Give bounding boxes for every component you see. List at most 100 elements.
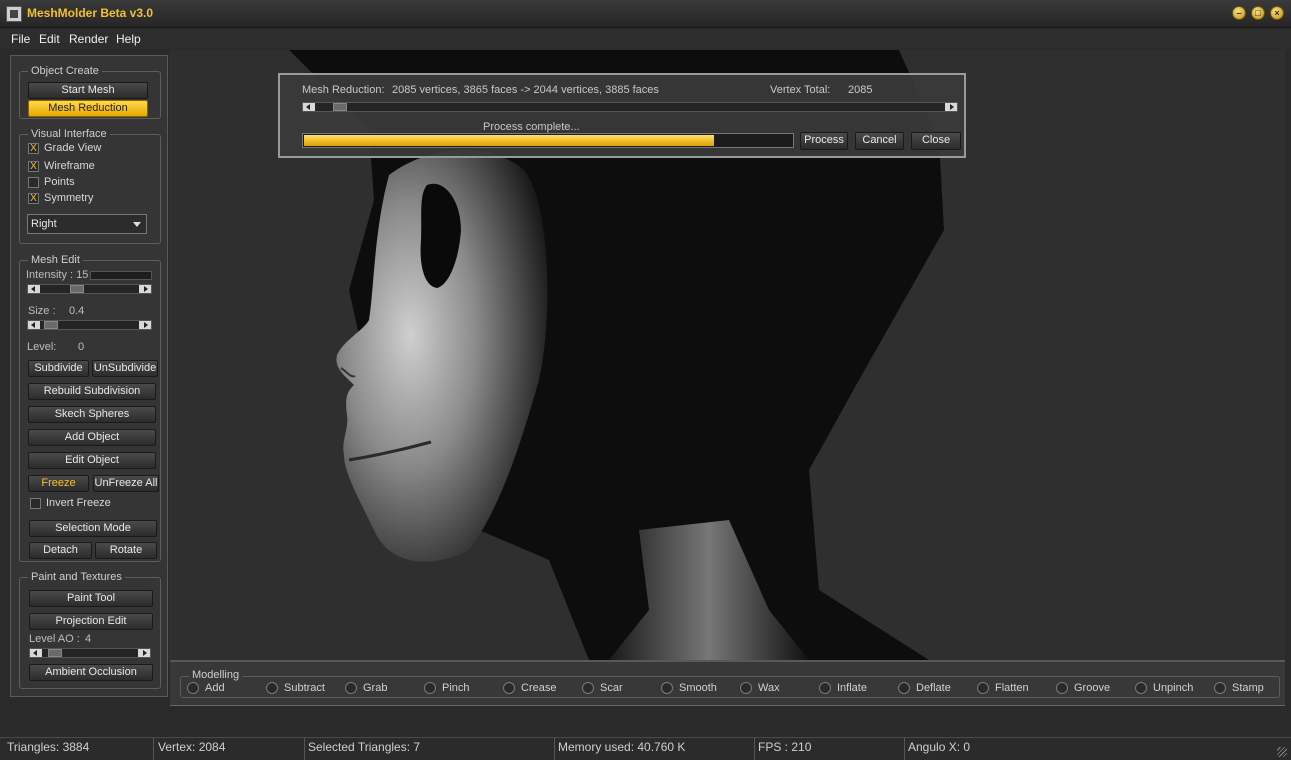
symmetry-label: Symmetry xyxy=(44,192,94,204)
slider-right-arrow-icon[interactable] xyxy=(945,103,957,111)
tool-label: Wax xyxy=(758,682,780,694)
invert-freeze-label: Invert Freeze xyxy=(46,497,111,509)
selection-mode-button[interactable]: Selection Mode xyxy=(29,520,157,537)
rebuild-subdivision-button[interactable]: Rebuild Subdivision xyxy=(28,383,156,400)
ao-right-arrow-icon[interactable] xyxy=(138,649,150,657)
level-value: 0 xyxy=(78,341,85,353)
intensity-left-arrow-icon[interactable] xyxy=(28,285,40,293)
radio-dot[interactable] xyxy=(582,682,594,694)
menu-edit[interactable]: Edit xyxy=(39,32,60,46)
view-select-value: Right xyxy=(31,218,57,230)
status-triangles: Triangles: 3884 xyxy=(4,738,154,760)
radio-dot[interactable] xyxy=(1214,682,1226,694)
unsubdivide-button[interactable]: UnSubdivide xyxy=(92,360,158,377)
close-button[interactable]: Close xyxy=(911,132,961,150)
radio-dot[interactable] xyxy=(661,682,673,694)
menu-file[interactable]: File xyxy=(11,32,30,46)
paint-tool-button[interactable]: Paint Tool xyxy=(29,590,153,607)
mesh-reduction-label: Mesh Reduction: xyxy=(302,84,385,96)
modelling-group: Modelling Add Subtract Grab Pinch Crease… xyxy=(180,669,1280,698)
freeze-button[interactable]: Freeze xyxy=(28,475,89,492)
mesh-edit-group: Mesh Edit Intensity : 15 Size : 0.4 Leve… xyxy=(19,254,161,562)
app-icon xyxy=(6,6,22,22)
wireframe-label: Wireframe xyxy=(44,160,95,172)
radio-dot[interactable] xyxy=(424,682,436,694)
menu-render[interactable]: Render xyxy=(69,32,108,46)
ao-thumb[interactable] xyxy=(48,649,62,657)
size-left-arrow-icon[interactable] xyxy=(28,321,40,329)
slider-left-arrow-icon[interactable] xyxy=(303,103,315,111)
visual-interface-group: Visual Interface X Grade View X Wirefram… xyxy=(19,128,161,244)
grade-view-label: Grade View xyxy=(44,142,102,154)
maximize-icon[interactable]: □ xyxy=(1251,6,1265,20)
radio-dot[interactable] xyxy=(1135,682,1147,694)
resize-grip-icon[interactable] xyxy=(1277,747,1287,757)
points-check[interactable] xyxy=(28,177,39,188)
tool-label: Smooth xyxy=(679,682,717,694)
reduction-slider[interactable] xyxy=(302,102,958,112)
modelling-title: Modelling xyxy=(189,669,243,681)
unfreeze-all-button[interactable]: UnFreeze All xyxy=(93,475,159,492)
radio-dot[interactable] xyxy=(898,682,910,694)
level-ao-value: 4 xyxy=(85,633,92,645)
radio-dot[interactable] xyxy=(1056,682,1068,694)
intensity-bar xyxy=(90,271,152,280)
subdivide-button[interactable]: Subdivide xyxy=(28,360,89,377)
tool-label: Scar xyxy=(600,682,623,694)
slider-thumb[interactable] xyxy=(333,103,347,111)
size-thumb[interactable] xyxy=(44,321,58,329)
radio-dot[interactable] xyxy=(503,682,515,694)
start-mesh-button[interactable]: Start Mesh xyxy=(28,82,148,99)
status-memory: Memory used: 40.760 K xyxy=(555,738,755,760)
symmetry-check[interactable]: X xyxy=(28,193,39,204)
menu-help[interactable]: Help xyxy=(116,32,141,46)
size-right-arrow-icon[interactable] xyxy=(139,321,151,329)
size-slider[interactable] xyxy=(27,320,152,330)
close-icon[interactable]: × xyxy=(1270,6,1284,20)
add-object-button[interactable]: Add Object xyxy=(28,429,156,446)
edit-object-button[interactable]: Edit Object xyxy=(28,452,156,469)
minimize-icon[interactable]: – xyxy=(1232,6,1246,20)
invert-freeze-check[interactable] xyxy=(30,498,41,509)
detach-button[interactable]: Detach xyxy=(29,542,92,559)
menu-bar: File Edit Render Help xyxy=(0,29,1291,49)
level-ao-label: Level AO : xyxy=(29,633,80,645)
intensity-right-arrow-icon[interactable] xyxy=(139,285,151,293)
radio-dot[interactable] xyxy=(345,682,357,694)
radio-dot[interactable] xyxy=(977,682,989,694)
sketch-spheres-button[interactable]: Skech Spheres xyxy=(28,406,156,423)
mesh-reduction-dialog: Mesh Reduction: 2085 vertices, 3865 face… xyxy=(278,73,966,158)
level-label: Level: xyxy=(27,341,57,353)
object-create-group: Object Create Start Mesh Mesh Reduction xyxy=(19,65,161,119)
left-tool-panel: Object Create Start Mesh Mesh Reduction … xyxy=(10,55,168,697)
status-fps: FPS : 210 xyxy=(755,738,905,760)
process-button[interactable]: Process xyxy=(800,132,848,150)
object-create-title: Object Create xyxy=(28,65,102,77)
cancel-button[interactable]: Cancel xyxy=(855,132,904,150)
grade-view-check[interactable]: X xyxy=(28,143,39,154)
visual-interface-title: Visual Interface xyxy=(28,128,110,140)
intensity-thumb[interactable] xyxy=(70,285,84,293)
vertex-total-label: Vertex Total: xyxy=(770,84,831,96)
radio-dot[interactable] xyxy=(187,682,199,694)
wireframe-check[interactable]: X xyxy=(28,161,39,172)
intensity-slider[interactable] xyxy=(27,284,152,294)
mesh-reduction-button[interactable]: Mesh Reduction xyxy=(28,100,148,117)
status-bar: Triangles: 3884 Vertex: 2084 Selected Tr… xyxy=(0,737,1291,760)
projection-edit-button[interactable]: Projection Edit xyxy=(29,613,153,630)
radio-dot[interactable] xyxy=(266,682,278,694)
rotate-button[interactable]: Rotate xyxy=(95,542,157,559)
ao-left-arrow-icon[interactable] xyxy=(30,649,42,657)
view-select[interactable]: Right xyxy=(27,214,147,234)
tool-label: Flatten xyxy=(995,682,1029,694)
tool-label: Subtract xyxy=(284,682,325,694)
process-status: Process complete... xyxy=(483,121,580,133)
radio-dot[interactable] xyxy=(740,682,752,694)
ambient-occlusion-button[interactable]: Ambient Occlusion xyxy=(29,664,153,681)
radio-dot[interactable] xyxy=(819,682,831,694)
paint-textures-group: Paint and Textures Paint Tool Projection… xyxy=(19,571,161,689)
level-ao-slider[interactable] xyxy=(29,648,151,658)
tool-label: Crease xyxy=(521,682,557,694)
status-selected-triangles: Selected Triangles: 7 xyxy=(305,738,555,760)
window-title: MeshMolder Beta v3.0 xyxy=(27,6,154,20)
